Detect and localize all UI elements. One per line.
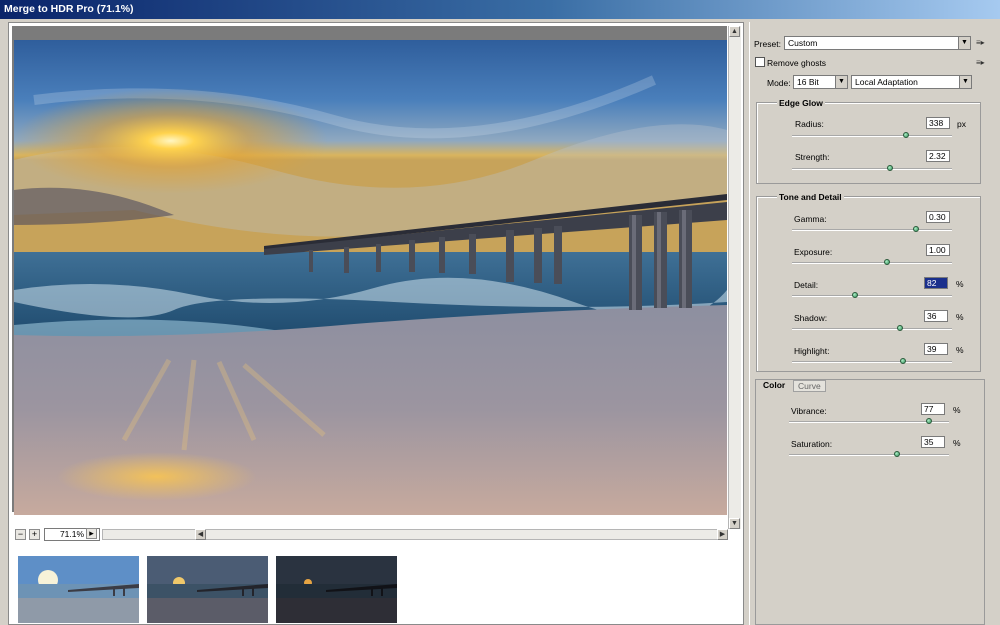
hdr-preview-image[interactable]	[14, 40, 727, 515]
bit-depth-dropdown[interactable]: 16 Bit ▼	[793, 75, 848, 89]
preset-label: Preset:	[754, 39, 781, 49]
hdr-settings-panel: Preset: Custom ▼ ≡▸ Remove ghosts ≡▸ Mod…	[749, 22, 1000, 625]
shadow-label: Shadow:	[794, 313, 828, 323]
radius-label: Radius:	[795, 119, 824, 129]
vibrance-slider-thumb[interactable]	[925, 418, 932, 424]
tab-curve[interactable]: Curve	[793, 380, 826, 392]
mode-label: Mode:	[767, 78, 791, 88]
saturation-field[interactable]: 35	[921, 436, 945, 448]
zoom-out-button[interactable]: −	[15, 529, 26, 540]
saturation-slider[interactable]	[789, 454, 949, 456]
strength-slider[interactable]	[792, 168, 952, 170]
method-dropdown[interactable]: Local Adaptation ▼	[851, 75, 972, 89]
saturation-slider-thumb[interactable]	[893, 451, 900, 457]
preset-menu-icon[interactable]: ≡▸	[976, 38, 985, 47]
gamma-slider[interactable]	[792, 229, 952, 231]
scroll-up-button[interactable]: ▲	[729, 26, 740, 37]
remove-ghosts-checkbox[interactable]	[755, 57, 765, 67]
preview-status-bar: − + 71.1% ▸ ◀ ▶	[14, 528, 728, 541]
detail-label: Detail:	[794, 280, 819, 290]
scroll-left-button[interactable]: ◀	[195, 529, 206, 540]
chevron-down-icon: ▼	[835, 76, 847, 88]
vibrance-field[interactable]: 77	[921, 403, 945, 415]
gamma-field[interactable]: 0.30	[926, 211, 950, 223]
zoom-menu-button[interactable]: ▸	[86, 528, 97, 539]
shadow-slider[interactable]	[792, 328, 952, 330]
vibrance-label: Vibrance:	[791, 406, 827, 416]
exposure-slider-thumb[interactable]	[884, 259, 890, 265]
edge-glow-title: Edge Glow	[777, 98, 825, 108]
chevron-down-icon: ▼	[959, 76, 971, 88]
horizontal-scrollbar[interactable]: ◀ ▶	[102, 529, 728, 540]
radius-unit: px	[957, 119, 966, 129]
source-thumbnail[interactable]	[147, 556, 268, 623]
highlight-slider[interactable]	[792, 361, 952, 363]
vertical-scrollbar[interactable]: ▲ ▼	[728, 26, 741, 529]
window-title: Merge to HDR Pro (71.1%)	[4, 3, 134, 15]
remove-ghosts-label: Remove ghosts	[767, 58, 827, 68]
zoom-in-button[interactable]: +	[29, 529, 40, 540]
saturation-label: Saturation:	[791, 439, 833, 449]
vibrance-unit: %	[953, 405, 961, 415]
preset-value: Custom	[788, 38, 818, 48]
vibrance-slider[interactable]	[789, 421, 949, 423]
strength-label: Strength:	[795, 152, 830, 162]
detail-unit: %	[956, 279, 964, 289]
detail-slider-thumb[interactable]	[852, 292, 858, 298]
gamma-label: Gamma:	[794, 214, 827, 224]
chevron-down-icon: ▼	[958, 37, 970, 49]
exposure-slider[interactable]	[792, 262, 952, 264]
detail-slider[interactable]	[792, 295, 952, 297]
detail-field[interactable]: 82	[924, 277, 948, 289]
scroll-down-button[interactable]: ▼	[729, 518, 740, 529]
exposure-field[interactable]: 1.00	[926, 244, 950, 256]
edge-glow-group	[756, 102, 981, 184]
tone-detail-title: Tone and Detail	[777, 192, 844, 202]
gamma-slider-thumb[interactable]	[912, 226, 919, 232]
window-title-bar: Merge to HDR Pro (71.1%)	[0, 0, 1000, 19]
preset-dropdown[interactable]: Custom ▼	[784, 36, 971, 50]
shadow-slider-thumb[interactable]	[896, 325, 903, 331]
method-value: Local Adaptation	[855, 77, 918, 87]
bit-depth-value: 16 Bit	[797, 77, 819, 87]
highlight-label: Highlight:	[794, 346, 830, 356]
saturation-unit: %	[953, 438, 961, 448]
highlight-unit: %	[956, 345, 964, 355]
options-menu-icon[interactable]: ≡▸	[976, 58, 985, 67]
highlight-slider-thumb[interactable]	[900, 358, 906, 364]
scroll-right-button[interactable]: ▶	[717, 529, 728, 540]
highlight-field[interactable]: 39	[924, 343, 948, 355]
radius-slider[interactable]	[792, 135, 952, 137]
exposure-label: Exposure:	[794, 247, 833, 257]
shadow-unit: %	[956, 312, 964, 322]
color-curve-tab-panel: Color Curve Vibrance: 77 % Saturation: 3…	[755, 379, 985, 625]
tab-color[interactable]: Color	[759, 380, 790, 392]
source-thumbnail[interactable]	[276, 556, 397, 623]
radius-field[interactable]: 338	[926, 117, 950, 129]
shadow-field[interactable]: 36	[924, 310, 948, 322]
strength-field[interactable]: 2.32	[926, 150, 950, 162]
source-thumbnail[interactable]	[18, 556, 139, 623]
